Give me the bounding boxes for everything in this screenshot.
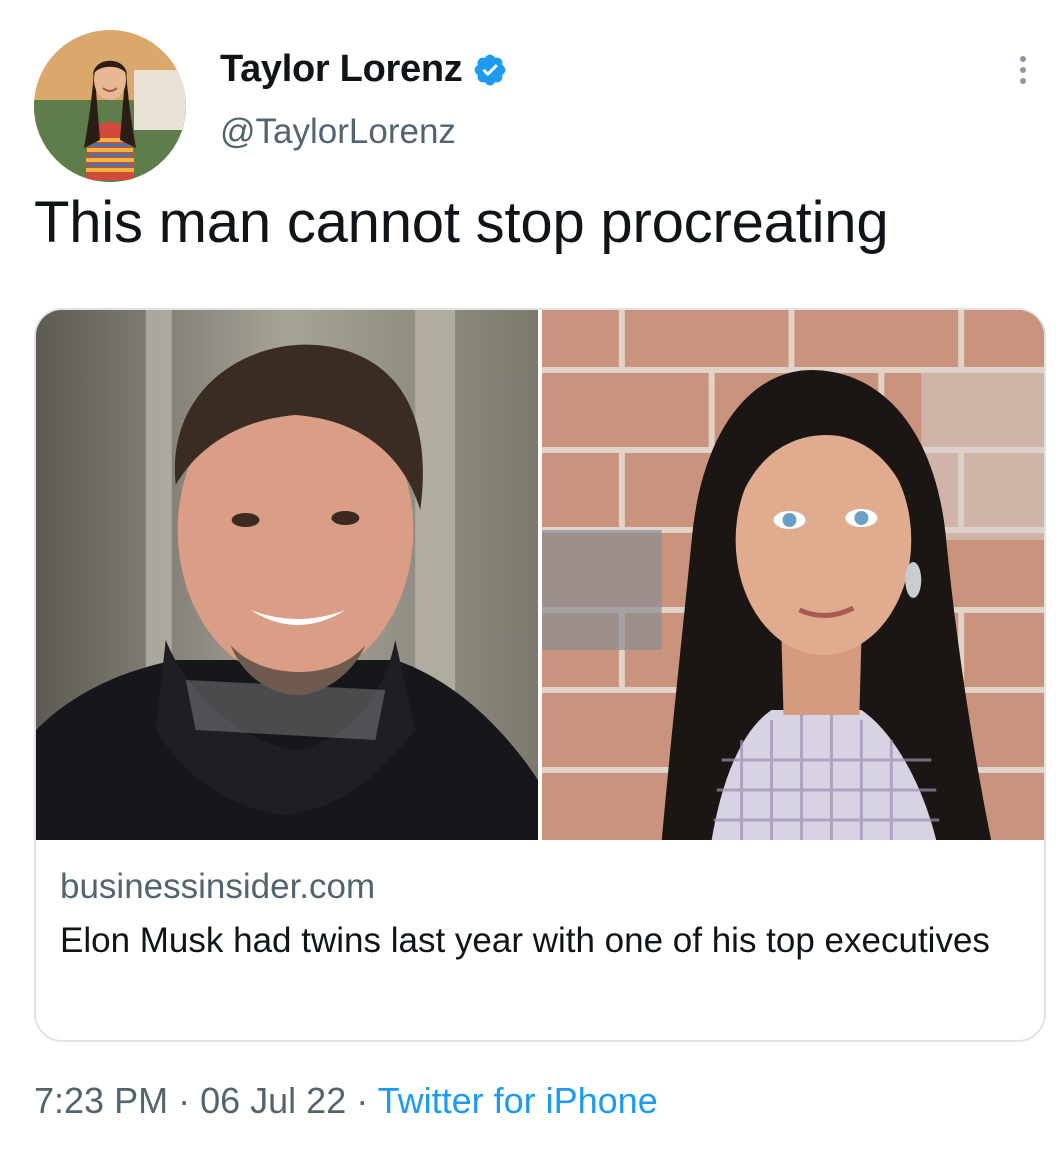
tweet-meta: 7:23 PM · 06 Jul 22 · Twitter for iPhone	[34, 1080, 658, 1122]
tweet-time[interactable]: 7:23 PM	[34, 1080, 168, 1121]
link-card[interactable]: businessinsider.com Elon Musk had twins …	[34, 308, 1046, 1042]
card-info[interactable]: businessinsider.com Elon Musk had twins …	[60, 860, 1020, 968]
meta-separator: ·	[178, 1080, 191, 1121]
tweet-date[interactable]: 06 Jul 22	[200, 1080, 346, 1121]
avatar[interactable]	[34, 30, 186, 182]
tweet[interactable]: Taylor Lorenz @TaylorLorenz This man can…	[0, 0, 1062, 1161]
card-media[interactable]	[36, 310, 1044, 840]
more-options-icon[interactable]	[1008, 50, 1038, 90]
meta-separator: ·	[356, 1080, 369, 1121]
verified-badge-icon	[472, 52, 508, 88]
author-name-text[interactable]: Taylor Lorenz	[220, 48, 463, 91]
card-domain: businessinsider.com	[60, 867, 376, 906]
author-name[interactable]: Taylor Lorenz	[220, 48, 508, 91]
tweet-text: This man cannot stop procreating	[34, 190, 889, 255]
woman-portrait-photo	[542, 310, 1044, 840]
tweet-source[interactable]: Twitter for iPhone	[378, 1080, 658, 1121]
man-smiling-photo	[36, 310, 538, 840]
card-title: Elon Musk had twins last year with one o…	[60, 921, 990, 960]
profile-photo	[34, 30, 186, 182]
author-handle[interactable]: @TaylorLorenz	[220, 112, 456, 152]
